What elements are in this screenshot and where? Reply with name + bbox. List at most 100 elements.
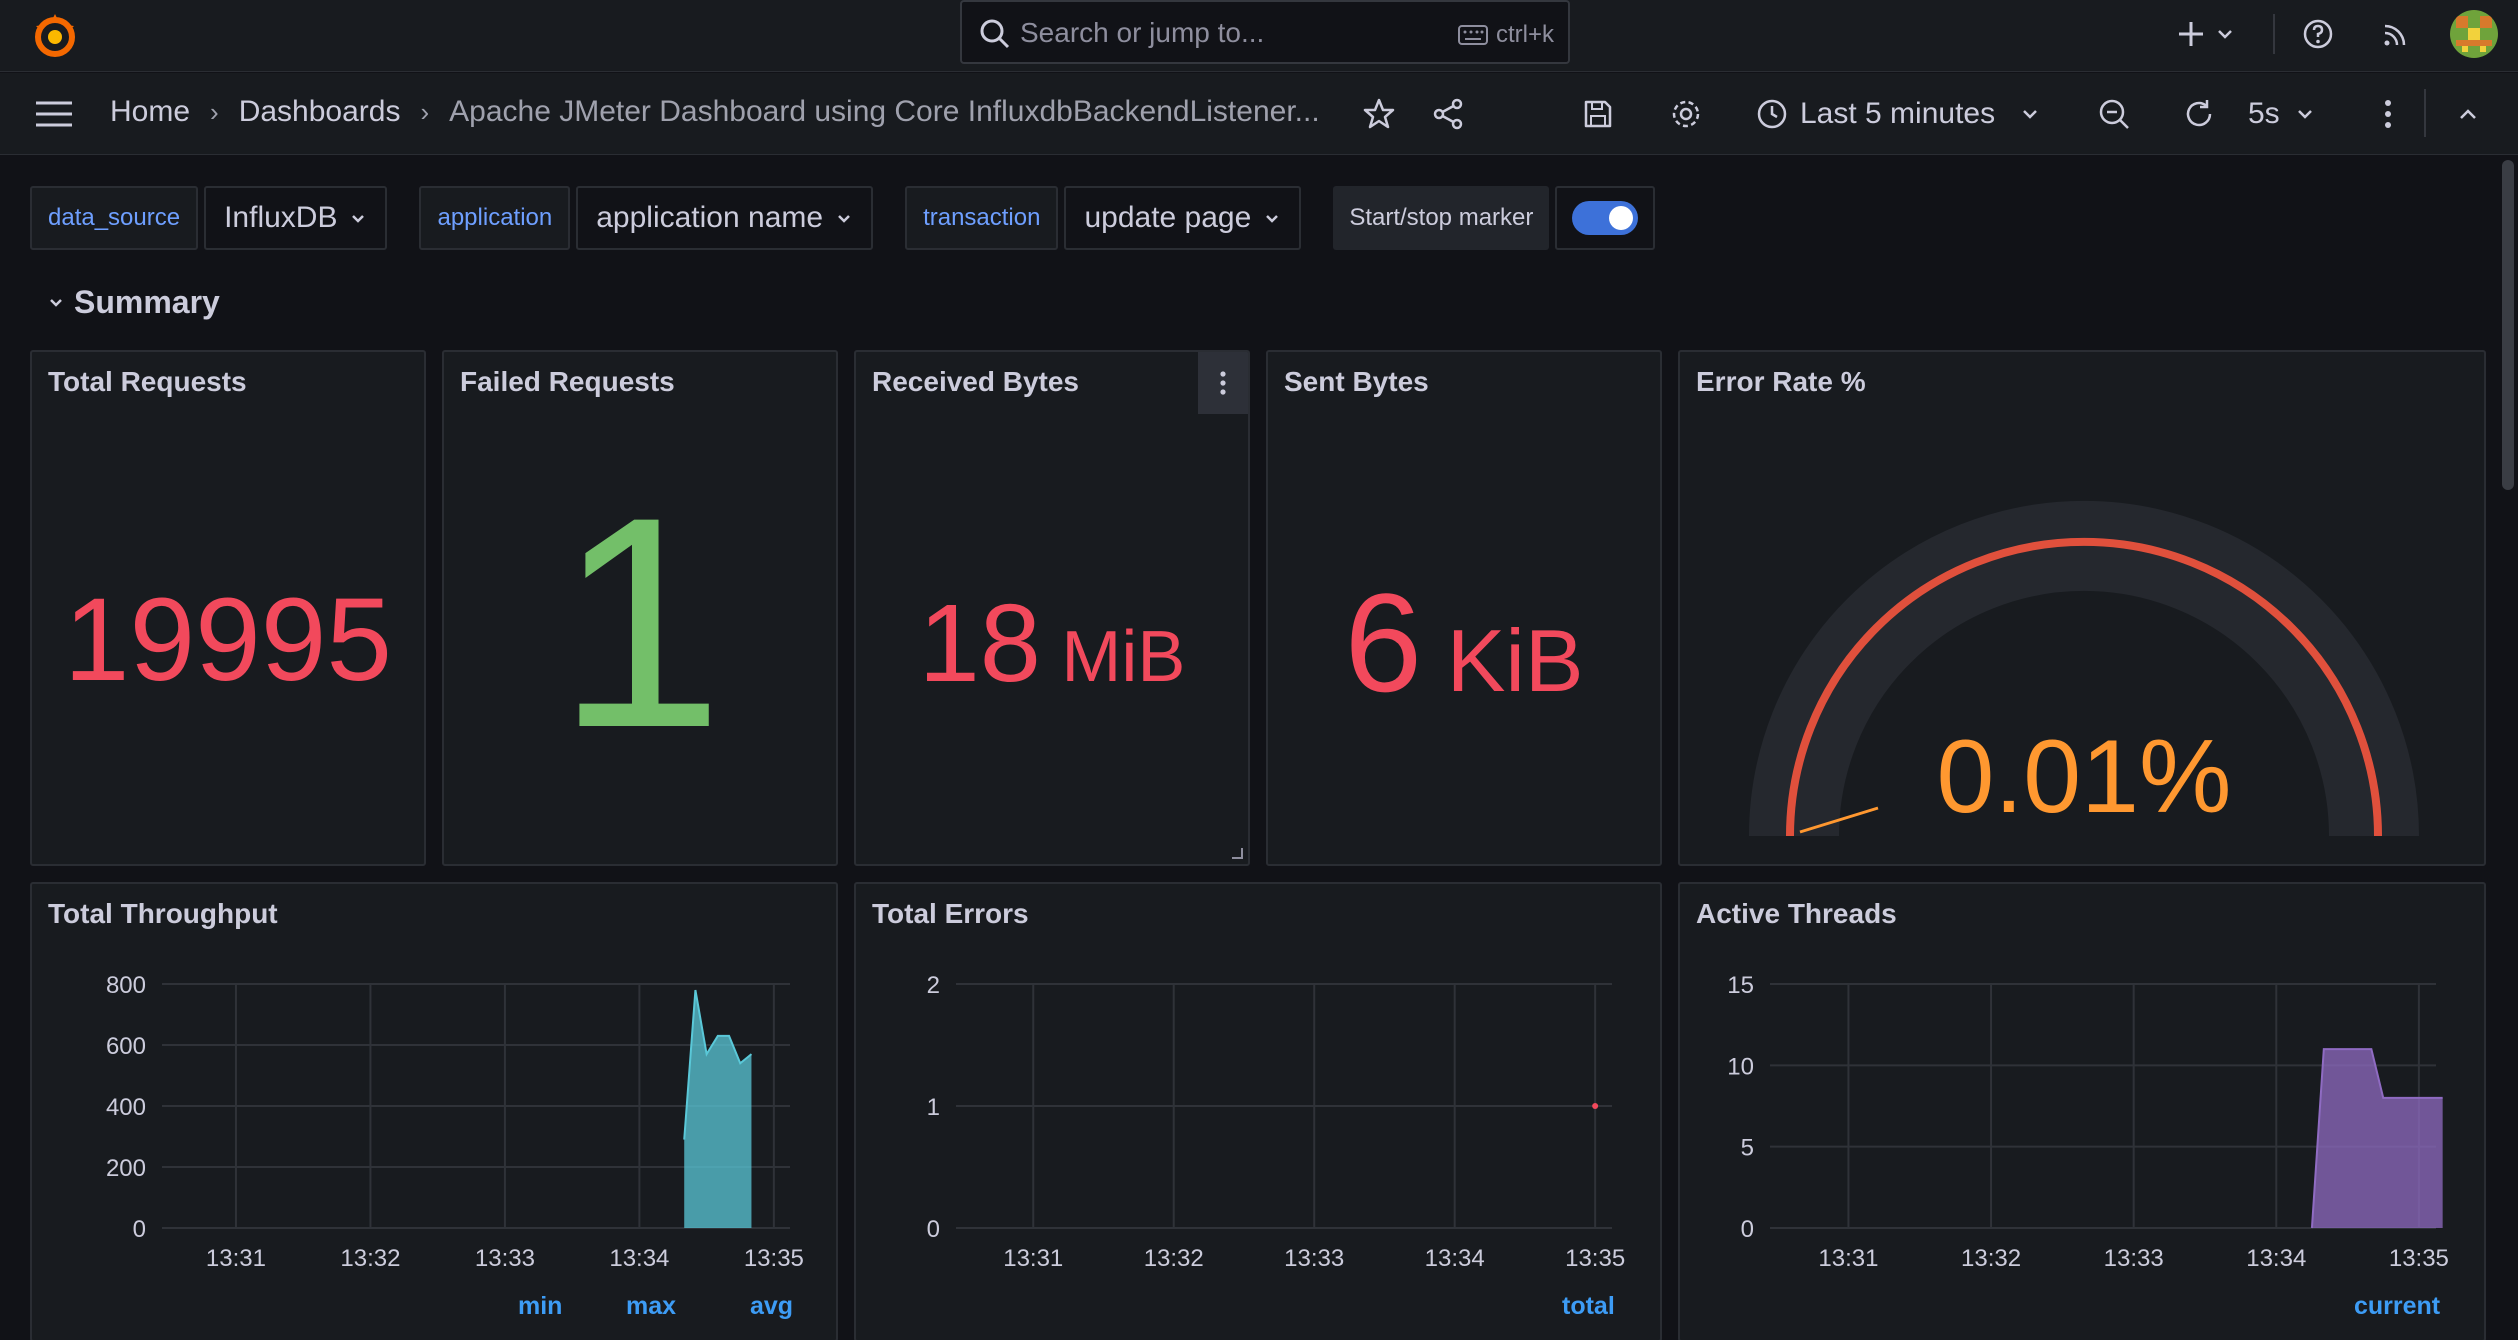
divider — [2424, 89, 2426, 137]
legend-total[interactable]: total — [1562, 1292, 1615, 1321]
application-value: application name — [596, 201, 824, 234]
stat-value-group: 18 MiB — [856, 580, 1248, 707]
x-tick-label: 13:35 — [744, 1245, 804, 1272]
x-tick-label: 13:33 — [2104, 1245, 2164, 1272]
y-tick-label: 1 — [927, 1094, 940, 1121]
chevron-up-icon[interactable] — [2446, 92, 2490, 136]
refresh-picker[interactable]: 5s — [2182, 91, 2316, 137]
legend-current[interactable]: current — [2354, 1292, 2440, 1321]
legend-avg[interactable]: avg — [750, 1292, 793, 1321]
breadcrumb-current-dashboard: Apache JMeter Dashboard using Core Influ… — [449, 95, 1320, 128]
panel-title[interactable]: Received Bytes — [872, 366, 1079, 398]
chevron-right-icon: › — [420, 96, 430, 127]
time-range-label: Last 5 minutes — [1800, 97, 1996, 130]
keyboard-icon — [1457, 25, 1488, 45]
help-icon[interactable] — [2296, 12, 2340, 56]
x-tick-label: 13:32 — [340, 1245, 400, 1272]
new-menu-button[interactable] — [2176, 12, 2236, 56]
menu-icon[interactable] — [32, 92, 76, 136]
stat-unit: MiB — [1061, 617, 1186, 697]
chevron-down-icon — [50, 298, 62, 307]
search-placeholder: Search or jump to... — [1020, 17, 1265, 48]
search-icon — [978, 17, 1012, 51]
time-range-picker[interactable]: Last 5 minutes — [1756, 91, 2041, 137]
y-tick-label: 0 — [927, 1216, 940, 1243]
y-tick-label: 600 — [106, 1033, 146, 1060]
y-tick-label: 200 — [106, 1155, 146, 1182]
grafana-logo-icon[interactable] — [28, 8, 82, 62]
panel-total-errors: Total Errors 0 1 2 13:31 13:32 13:33 13:34 13:3… — [854, 882, 1662, 1340]
share-icon[interactable] — [1426, 92, 1470, 136]
panel-title[interactable]: Sent Bytes — [1284, 366, 1429, 398]
y-tick-label: 0 — [1741, 1216, 1754, 1243]
chevron-down-icon — [1266, 215, 1279, 223]
chevron-down-icon — [838, 215, 850, 223]
stat-unit: KiB — [1446, 611, 1584, 710]
threads-chart: 0 5 10 15 13:31 13:32 13:33 13:34 13:35 — [1727, 972, 2449, 1272]
data-source-select[interactable]: InfluxDB — [204, 186, 388, 250]
application-select[interactable]: application name — [576, 186, 874, 250]
chevron-down-icon — [352, 215, 365, 223]
gear-icon[interactable] — [1664, 92, 1708, 136]
breadcrumb-dashboards[interactable]: Dashboards — [239, 95, 401, 129]
stat-value: 6 — [1344, 564, 1423, 721]
panel-total-throughput: Total Throughput 0 200 400 600 800 13:31 13:32… — [30, 882, 838, 1340]
variables-bar: data_source InfluxDB application applica… — [30, 186, 1656, 250]
plus-icon — [2179, 22, 2203, 46]
x-tick-label: 13:31 — [206, 1245, 266, 1272]
marker-toggle[interactable] — [1555, 186, 1656, 250]
series-area — [684, 990, 752, 1228]
zoom-out-icon[interactable] — [2092, 92, 2136, 136]
chevron-down-icon — [2023, 110, 2037, 119]
y-tick-label: 10 — [1727, 1053, 1754, 1080]
error-rate-gauge: 0.01% — [1749, 501, 2419, 837]
panel-title[interactable]: Failed Requests — [460, 366, 675, 398]
shortcut-text: ctrl+k — [1495, 21, 1554, 48]
panel-received-bytes: Received Bytes 18 MiB — [854, 350, 1250, 866]
transaction-select[interactable]: update page — [1064, 186, 1302, 250]
y-tick-label: 0 — [133, 1216, 146, 1243]
chevron-down-icon — [2297, 110, 2312, 119]
chevron-down-icon — [2218, 30, 2232, 39]
x-tick-label: 13:32 — [1961, 1245, 2021, 1272]
x-tick-label: 13:33 — [1284, 1245, 1344, 1272]
x-tick-label: 13:31 — [1818, 1245, 1878, 1272]
x-tick-label: 13:34 — [2246, 1245, 2306, 1272]
row-title: Summary — [74, 284, 220, 320]
more-options-icon — [1220, 371, 1226, 395]
refresh-interval[interactable]: 5s — [2248, 97, 2280, 131]
panel-menu-button[interactable] — [1198, 352, 1248, 414]
refresh-icon[interactable] — [2182, 97, 2216, 131]
news-icon[interactable] — [2374, 12, 2418, 56]
data-source-value: InfluxDB — [224, 201, 338, 234]
y-tick-label: 15 — [1727, 972, 1754, 999]
panel-total-requests: Total Requests 19995 — [30, 350, 426, 866]
y-tick-label: 5 — [1741, 1135, 1754, 1162]
save-icon[interactable] — [1576, 92, 1620, 136]
transaction-value: update page — [1084, 201, 1252, 234]
x-tick-label: 13:35 — [2389, 1245, 2449, 1272]
stat-value: 19995 — [63, 574, 393, 706]
data-point — [1592, 1103, 1599, 1109]
x-tick-label: 13:31 — [1003, 1245, 1063, 1272]
page-scrollbar[interactable] — [2502, 160, 2514, 490]
panel-failed-requests: Failed Requests 1 — [442, 350, 838, 866]
search-input[interactable]: Search or jump to... ctrl+k — [960, 0, 1570, 64]
legend-max[interactable]: max — [626, 1292, 676, 1321]
resize-handle-icon[interactable] — [1230, 846, 1244, 860]
row-summary-toggle[interactable]: Summary — [46, 284, 220, 321]
legend-min[interactable]: min — [518, 1292, 562, 1321]
x-tick-label: 13:35 — [1565, 1245, 1625, 1272]
toggle-knob — [1609, 206, 1634, 230]
breadcrumb-home[interactable]: Home — [110, 95, 190, 129]
more-options-icon[interactable] — [2366, 92, 2410, 136]
y-tick-label: 800 — [106, 972, 146, 999]
star-icon[interactable] — [1357, 92, 1401, 136]
breadcrumb: Home › Dashboards › Apache JMeter Dashbo… — [110, 95, 1320, 129]
panel-active-threads: Active Threads 0 5 10 15 13:31 13:32 13:33 13:3… — [1678, 882, 2486, 1340]
errors-chart: 0 1 2 13:31 13:32 13:33 13:34 13:35 — [927, 972, 1626, 1272]
toggle-track — [1572, 201, 1639, 235]
x-tick-label: 13:32 — [1144, 1245, 1204, 1272]
avatar[interactable] — [2450, 10, 2498, 58]
panel-title[interactable]: Total Requests — [48, 366, 247, 398]
